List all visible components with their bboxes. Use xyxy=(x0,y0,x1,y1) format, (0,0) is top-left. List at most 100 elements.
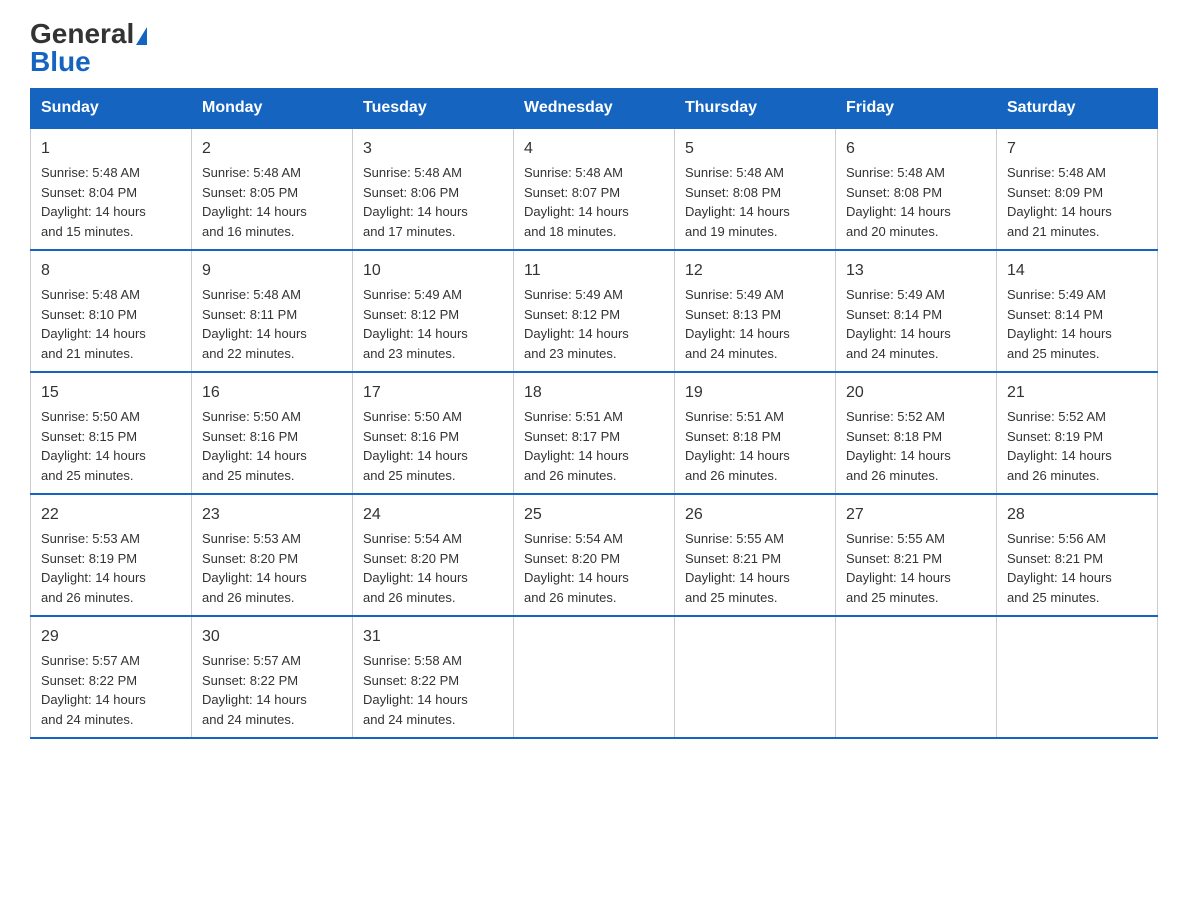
sunset-label: Sunset: 8:14 PM xyxy=(846,307,942,322)
calendar-cell: 12 Sunrise: 5:49 AM Sunset: 8:13 PM Dayl… xyxy=(675,250,836,372)
sunset-label: Sunset: 8:10 PM xyxy=(41,307,137,322)
calendar-cell: 6 Sunrise: 5:48 AM Sunset: 8:08 PM Dayli… xyxy=(836,128,997,250)
day-number: 9 xyxy=(202,259,342,283)
calendar-cell: 9 Sunrise: 5:48 AM Sunset: 8:11 PM Dayli… xyxy=(192,250,353,372)
sunset-label: Sunset: 8:17 PM xyxy=(524,429,620,444)
week-row-2: 8 Sunrise: 5:48 AM Sunset: 8:10 PM Dayli… xyxy=(31,250,1158,372)
sunset-label: Sunset: 8:20 PM xyxy=(524,551,620,566)
header-day-sunday: Sunday xyxy=(31,89,192,129)
day-number: 10 xyxy=(363,259,503,283)
sunset-label: Sunset: 8:12 PM xyxy=(363,307,459,322)
daylight-minutes: and 17 minutes. xyxy=(363,224,456,239)
calendar-cell: 17 Sunrise: 5:50 AM Sunset: 8:16 PM Dayl… xyxy=(353,372,514,494)
sunset-label: Sunset: 8:20 PM xyxy=(202,551,298,566)
daylight-minutes: and 26 minutes. xyxy=(524,468,617,483)
day-number: 17 xyxy=(363,381,503,405)
sunrise-label: Sunrise: 5:57 AM xyxy=(202,653,301,668)
daylight-label: Daylight: 14 hours xyxy=(846,326,951,341)
day-number: 28 xyxy=(1007,503,1147,527)
daylight-label: Daylight: 14 hours xyxy=(41,692,146,707)
daylight-minutes: and 25 minutes. xyxy=(685,590,778,605)
day-number: 24 xyxy=(363,503,503,527)
daylight-label: Daylight: 14 hours xyxy=(41,570,146,585)
daylight-minutes: and 26 minutes. xyxy=(685,468,778,483)
daylight-minutes: and 25 minutes. xyxy=(41,468,134,483)
header-day-thursday: Thursday xyxy=(675,89,836,129)
header-day-saturday: Saturday xyxy=(997,89,1158,129)
daylight-label: Daylight: 14 hours xyxy=(846,448,951,463)
calendar-cell: 27 Sunrise: 5:55 AM Sunset: 8:21 PM Dayl… xyxy=(836,494,997,616)
daylight-label: Daylight: 14 hours xyxy=(846,570,951,585)
daylight-label: Daylight: 14 hours xyxy=(685,204,790,219)
day-number: 8 xyxy=(41,259,181,283)
day-number: 22 xyxy=(41,503,181,527)
sunrise-label: Sunrise: 5:48 AM xyxy=(363,165,462,180)
daylight-label: Daylight: 14 hours xyxy=(363,448,468,463)
calendar-cell: 4 Sunrise: 5:48 AM Sunset: 8:07 PM Dayli… xyxy=(514,128,675,250)
daylight-minutes: and 24 minutes. xyxy=(41,712,134,727)
day-number: 12 xyxy=(685,259,825,283)
day-number: 16 xyxy=(202,381,342,405)
day-number: 3 xyxy=(363,137,503,161)
day-number: 11 xyxy=(524,259,664,283)
daylight-minutes: and 23 minutes. xyxy=(524,346,617,361)
sunset-label: Sunset: 8:22 PM xyxy=(41,673,137,688)
sunrise-label: Sunrise: 5:51 AM xyxy=(685,409,784,424)
week-row-3: 15 Sunrise: 5:50 AM Sunset: 8:15 PM Dayl… xyxy=(31,372,1158,494)
calendar-cell: 1 Sunrise: 5:48 AM Sunset: 8:04 PM Dayli… xyxy=(31,128,192,250)
calendar-cell xyxy=(997,616,1158,738)
sunset-label: Sunset: 8:19 PM xyxy=(41,551,137,566)
header-row: SundayMondayTuesdayWednesdayThursdayFrid… xyxy=(31,89,1158,129)
sunrise-label: Sunrise: 5:55 AM xyxy=(846,531,945,546)
daylight-minutes: and 26 minutes. xyxy=(1007,468,1100,483)
daylight-label: Daylight: 14 hours xyxy=(1007,570,1112,585)
day-number: 14 xyxy=(1007,259,1147,283)
calendar-cell: 20 Sunrise: 5:52 AM Sunset: 8:18 PM Dayl… xyxy=(836,372,997,494)
sunrise-label: Sunrise: 5:50 AM xyxy=(363,409,462,424)
daylight-label: Daylight: 14 hours xyxy=(524,570,629,585)
sunrise-label: Sunrise: 5:49 AM xyxy=(846,287,945,302)
sunset-label: Sunset: 8:19 PM xyxy=(1007,429,1103,444)
day-number: 27 xyxy=(846,503,986,527)
day-number: 19 xyxy=(685,381,825,405)
daylight-label: Daylight: 14 hours xyxy=(685,570,790,585)
calendar-cell: 22 Sunrise: 5:53 AM Sunset: 8:19 PM Dayl… xyxy=(31,494,192,616)
daylight-minutes: and 25 minutes. xyxy=(846,590,939,605)
logo-area: General Blue xyxy=(30,20,147,78)
daylight-minutes: and 26 minutes. xyxy=(363,590,456,605)
daylight-minutes: and 16 minutes. xyxy=(202,224,295,239)
sunset-label: Sunset: 8:21 PM xyxy=(846,551,942,566)
sunset-label: Sunset: 8:18 PM xyxy=(685,429,781,444)
daylight-label: Daylight: 14 hours xyxy=(202,448,307,463)
sunrise-label: Sunrise: 5:48 AM xyxy=(524,165,623,180)
sunset-label: Sunset: 8:21 PM xyxy=(685,551,781,566)
day-number: 1 xyxy=(41,137,181,161)
daylight-minutes: and 21 minutes. xyxy=(1007,224,1100,239)
daylight-minutes: and 25 minutes. xyxy=(202,468,295,483)
sunrise-label: Sunrise: 5:49 AM xyxy=(685,287,784,302)
logo-triangle-icon xyxy=(136,27,147,45)
calendar-cell: 21 Sunrise: 5:52 AM Sunset: 8:19 PM Dayl… xyxy=(997,372,1158,494)
daylight-label: Daylight: 14 hours xyxy=(685,326,790,341)
header-day-friday: Friday xyxy=(836,89,997,129)
logo-general-text: General xyxy=(30,20,134,48)
sunset-label: Sunset: 8:18 PM xyxy=(846,429,942,444)
calendar-cell: 10 Sunrise: 5:49 AM Sunset: 8:12 PM Dayl… xyxy=(353,250,514,372)
sunrise-label: Sunrise: 5:48 AM xyxy=(41,165,140,180)
sunrise-label: Sunrise: 5:52 AM xyxy=(1007,409,1106,424)
daylight-label: Daylight: 14 hours xyxy=(685,448,790,463)
sunrise-label: Sunrise: 5:57 AM xyxy=(41,653,140,668)
sunset-label: Sunset: 8:07 PM xyxy=(524,185,620,200)
sunrise-label: Sunrise: 5:48 AM xyxy=(202,165,301,180)
daylight-minutes: and 26 minutes. xyxy=(202,590,295,605)
header-day-tuesday: Tuesday xyxy=(353,89,514,129)
daylight-label: Daylight: 14 hours xyxy=(1007,326,1112,341)
daylight-label: Daylight: 14 hours xyxy=(524,204,629,219)
daylight-label: Daylight: 14 hours xyxy=(41,448,146,463)
daylight-label: Daylight: 14 hours xyxy=(1007,204,1112,219)
sunrise-label: Sunrise: 5:54 AM xyxy=(524,531,623,546)
sunrise-label: Sunrise: 5:48 AM xyxy=(685,165,784,180)
calendar-cell: 29 Sunrise: 5:57 AM Sunset: 8:22 PM Dayl… xyxy=(31,616,192,738)
calendar-cell: 30 Sunrise: 5:57 AM Sunset: 8:22 PM Dayl… xyxy=(192,616,353,738)
sunset-label: Sunset: 8:04 PM xyxy=(41,185,137,200)
